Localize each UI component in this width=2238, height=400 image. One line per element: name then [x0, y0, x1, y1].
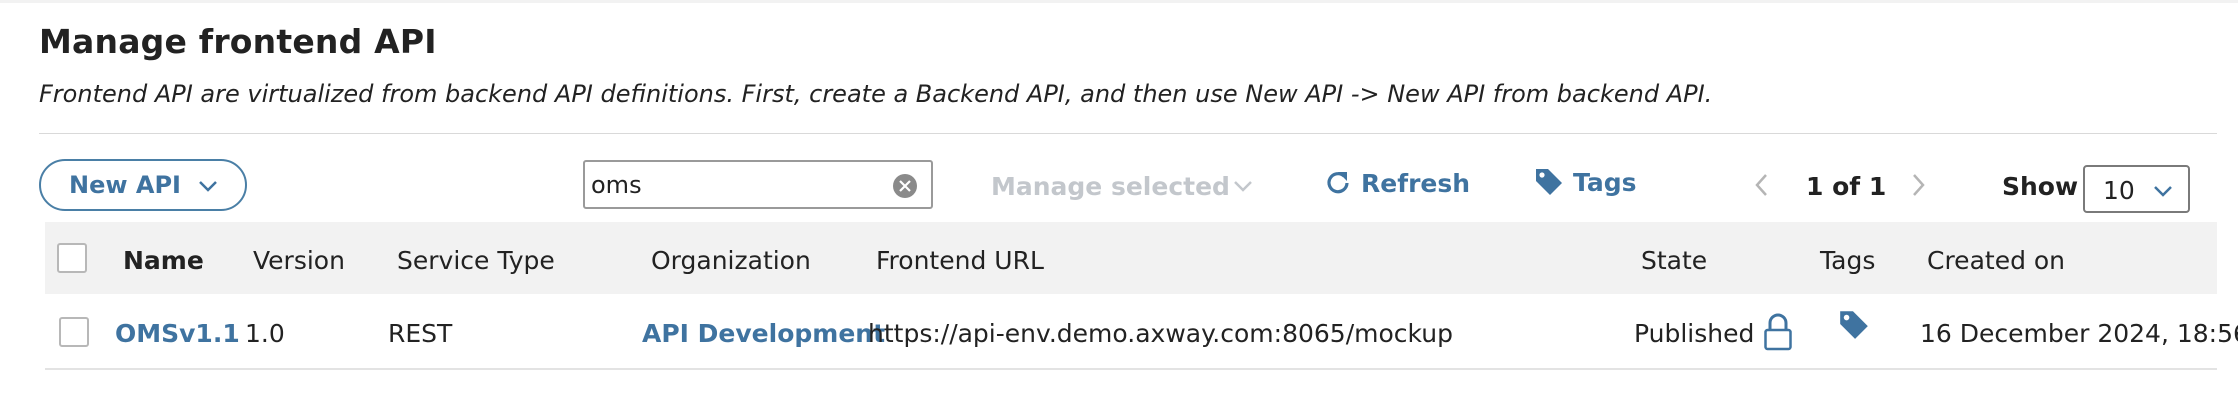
refresh-button[interactable]: Refresh — [1323, 168, 1470, 198]
table-row: OMSv1.1 1.0 REST API Development https:/… — [45, 296, 2238, 368]
api-state: Published — [1634, 319, 1755, 348]
pagination-info: 1 of 1 — [1806, 172, 1887, 201]
api-version: 1.0 — [245, 319, 285, 348]
chevron-left-icon[interactable] — [1752, 172, 1770, 198]
page-subtitle: Frontend API are virtualized from backen… — [39, 80, 1713, 108]
chevron-down-icon — [2154, 186, 2172, 197]
column-header-service-type[interactable]: Service Type — [397, 246, 555, 275]
show-label: Show — [2002, 172, 2079, 201]
new-api-label: New API — [69, 171, 181, 199]
page-size-select[interactable]: 10 — [2083, 165, 2190, 213]
row-checkbox[interactable] — [59, 317, 89, 347]
refresh-label: Refresh — [1361, 168, 1471, 198]
chevron-right-icon[interactable] — [1910, 172, 1928, 198]
column-header-organization[interactable]: Organization — [651, 246, 811, 275]
column-header-version[interactable]: Version — [253, 246, 345, 275]
column-header-tags: Tags — [1820, 246, 1876, 275]
select-all-checkbox[interactable] — [57, 243, 87, 273]
chevron-down-icon — [1234, 181, 1252, 192]
organization-link[interactable]: API Development — [642, 319, 885, 348]
manage-selected-button[interactable]: Manage selected — [991, 172, 1230, 201]
column-header-frontend-url[interactable]: Frontend URL — [876, 246, 1044, 275]
clear-icon[interactable] — [893, 174, 917, 198]
frontend-url: https://api-env.demo.axway.com:8065/mock… — [868, 319, 1453, 348]
column-header-state[interactable]: State — [1641, 246, 1707, 275]
search-field[interactable] — [583, 160, 933, 209]
new-api-button[interactable]: New API — [39, 159, 247, 211]
page-title: Manage frontend API — [39, 22, 437, 61]
search-input[interactable] — [591, 168, 881, 202]
table-header: Name Version Service Type Organization F… — [45, 222, 2217, 294]
column-header-name[interactable]: Name — [123, 246, 204, 275]
api-service-type: REST — [388, 319, 453, 348]
page-size-value: 10 — [2103, 176, 2135, 205]
top-border — [0, 0, 2238, 3]
api-name-link[interactable]: OMSv1.1 — [115, 319, 240, 348]
column-header-created-on[interactable]: Created on — [1927, 246, 2065, 275]
refresh-icon — [1327, 172, 1349, 194]
tag-icon — [1536, 169, 1562, 195]
row-divider — [45, 368, 2217, 370]
tags-button[interactable]: Tags — [1533, 166, 1636, 198]
created-on: 16 December 2024, 18:56 — [1920, 319, 2238, 348]
header-divider — [39, 133, 2217, 134]
chevron-down-icon — [199, 181, 217, 192]
tags-label: Tags — [1573, 167, 1637, 197]
tag-icon[interactable] — [1837, 308, 1871, 342]
lock-icon — [1764, 313, 1792, 351]
